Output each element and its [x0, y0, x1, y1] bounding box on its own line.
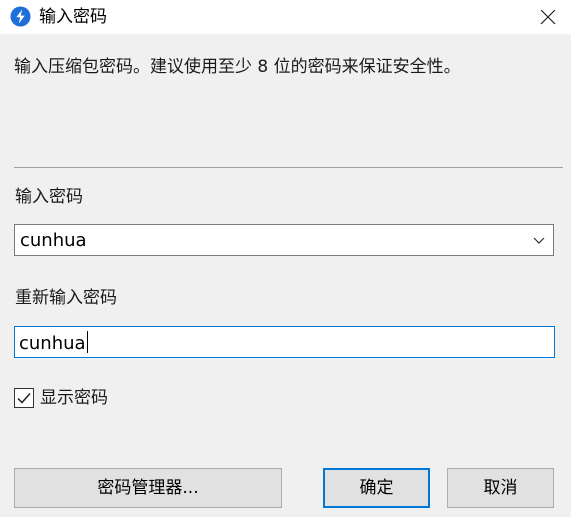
ok-button[interactable]: 确定 [323, 468, 430, 508]
separator-line [14, 167, 563, 168]
confirm-password-input[interactable]: cunhua [14, 326, 555, 358]
cancel-button[interactable]: 取消 [447, 468, 554, 508]
password-combobox[interactable]: cunhua [14, 224, 554, 256]
close-icon [540, 9, 556, 25]
show-password-label[interactable]: 显示密码 [40, 386, 108, 410]
confirm-password-label: 重新输入密码 [15, 288, 117, 308]
password-label: 输入密码 [15, 187, 83, 207]
show-password-checkbox[interactable] [14, 388, 34, 408]
window-title: 输入密码 [39, 7, 107, 27]
chevron-down-icon[interactable] [533, 235, 545, 245]
confirm-password-value: cunhua [19, 331, 88, 354]
password-value: cunhua [20, 230, 87, 251]
lightning-bolt-icon [10, 6, 31, 27]
checkmark-icon [17, 393, 31, 404]
password-manager-button[interactable]: 密码管理器... [14, 468, 282, 508]
description-text: 输入压缩包密码。建议使用至少 8 位的密码来保证安全性。 [14, 57, 461, 77]
close-button[interactable] [525, 0, 571, 34]
title-bar[interactable]: 输入密码 [0, 0, 571, 34]
password-dialog: 输入密码 输入压缩包密码。建议使用至少 8 位的密码来保证安全性。 输入密码 c… [0, 0, 571, 517]
text-caret [86, 331, 88, 353]
